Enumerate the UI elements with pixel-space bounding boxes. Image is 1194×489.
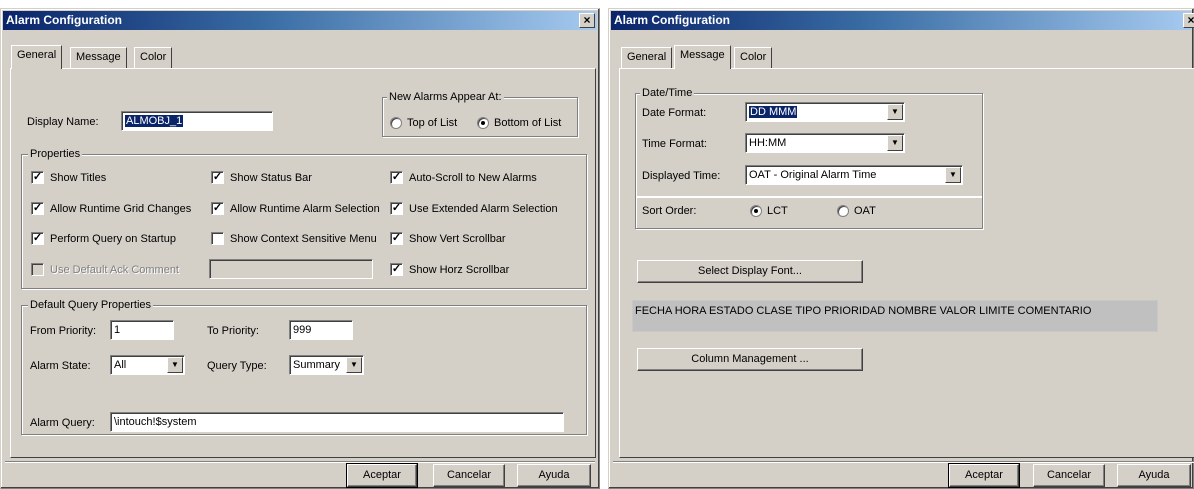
show-vert-scrollbar-checkbox[interactable]: ✓ bbox=[390, 232, 403, 245]
auto-scroll-label[interactable]: Auto-Scroll to New Alarms bbox=[409, 171, 537, 185]
allow-alarm-selection-checkbox[interactable]: ✓ bbox=[211, 202, 224, 215]
right-close-button[interactable]: × bbox=[1183, 13, 1194, 28]
left-tab-message[interactable]: Message bbox=[70, 47, 127, 68]
perform-query-checkbox[interactable]: ✓ bbox=[31, 232, 44, 245]
query-type-label: Query Type: bbox=[207, 360, 267, 372]
left-tab-panel: Display Name: ALMOBJ_1 New Alarms Appear… bbox=[10, 68, 596, 458]
left-tab-general[interactable]: General bbox=[11, 45, 63, 69]
right-tab-color[interactable]: Color bbox=[734, 47, 773, 68]
right-cancel-button[interactable]: Cancelar bbox=[1033, 464, 1105, 487]
chevron-down-icon[interactable]: ▼ bbox=[887, 135, 903, 151]
to-priority-label: To Priority: bbox=[207, 325, 259, 337]
left-ok-button[interactable]: Aceptar bbox=[346, 463, 418, 488]
right-tab-panel: Date/Time Date Format: DD MMM ▼ Time For… bbox=[619, 68, 1194, 458]
allow-grid-checkbox[interactable]: ✓ bbox=[31, 202, 44, 215]
sort-order-group: Sort Order: LCT OAT bbox=[635, 196, 983, 229]
display-name-input[interactable]: ALMOBJ_1 bbox=[121, 111, 273, 131]
show-vert-scrollbar-label[interactable]: Show Vert Scrollbar bbox=[409, 232, 506, 246]
show-titles-label[interactable]: Show Titles bbox=[50, 171, 106, 185]
right-tab-message[interactable]: Message bbox=[674, 45, 731, 69]
left-close-button[interactable]: × bbox=[579, 13, 595, 28]
default-ack-comment-input bbox=[209, 259, 373, 279]
displayed-time-combo[interactable]: OAT - Original Alarm Time ▼ bbox=[745, 165, 963, 185]
radio-top-label[interactable]: Top of List bbox=[407, 116, 457, 130]
alarm-state-combo[interactable]: All ▼ bbox=[110, 355, 185, 375]
show-context-menu-label[interactable]: Show Context Sensitive Menu bbox=[230, 232, 377, 246]
query-type-combo[interactable]: Summary ▼ bbox=[289, 355, 364, 375]
query-type-value: Summary bbox=[293, 359, 341, 371]
new-alarms-group-title: New Alarms Appear At: bbox=[387, 90, 504, 104]
date-format-combo[interactable]: DD MMM ▼ bbox=[745, 102, 905, 122]
sort-oat-label[interactable]: OAT bbox=[854, 204, 876, 218]
display-name-label: Display Name: bbox=[27, 116, 99, 128]
column-headers-text: FECHA HORA ESTADO CLASE TIPO PRIORIDAD N… bbox=[635, 305, 1092, 317]
sort-lct-radio[interactable] bbox=[750, 205, 762, 217]
datetime-group-title: Date/Time bbox=[640, 86, 695, 100]
default-query-group: Default Query Properties From Priority: … bbox=[21, 298, 587, 435]
use-extended-label[interactable]: Use Extended Alarm Selection bbox=[409, 202, 558, 216]
radio-bottom-label[interactable]: Bottom of List bbox=[494, 116, 561, 130]
use-extended-checkbox[interactable]: ✓ bbox=[390, 202, 403, 215]
left-help-button[interactable]: Ayuda bbox=[517, 464, 591, 487]
default-query-group-title: Default Query Properties bbox=[28, 298, 154, 312]
left-footer-separator bbox=[5, 461, 595, 463]
time-format-label: Time Format: bbox=[642, 138, 707, 150]
perform-query-label[interactable]: Perform Query on Startup bbox=[50, 232, 176, 246]
alarm-query-input[interactable]: \intouch!$system bbox=[110, 412, 564, 432]
show-horz-scrollbar-label[interactable]: Show Horz Scrollbar bbox=[409, 263, 509, 277]
time-format-combo[interactable]: HH:MM ▼ bbox=[745, 133, 905, 153]
right-footer-separator bbox=[613, 461, 1194, 463]
show-context-menu-checkbox[interactable] bbox=[211, 232, 224, 245]
use-default-ack-label: Use Default Ack Comment bbox=[50, 264, 179, 276]
new-alarms-group: New Alarms Appear At: Top of List Bottom… bbox=[382, 90, 578, 137]
displayed-time-value: OAT - Original Alarm Time bbox=[749, 169, 877, 181]
allow-grid-label[interactable]: Allow Runtime Grid Changes bbox=[50, 202, 191, 216]
sort-lct-label[interactable]: LCT bbox=[767, 204, 788, 218]
alarm-query-label: Alarm Query: bbox=[30, 417, 95, 429]
time-format-value: HH:MM bbox=[749, 137, 787, 149]
to-priority-input[interactable]: 999 bbox=[289, 320, 353, 340]
left-cancel-button[interactable]: Cancelar bbox=[433, 464, 505, 487]
date-format-label: Date Format: bbox=[642, 107, 707, 119]
sort-oat-radio[interactable] bbox=[837, 205, 849, 217]
column-headers-preview: FECHA HORA ESTADO CLASE TIPO PRIORIDAD N… bbox=[632, 300, 1158, 332]
show-horz-scrollbar-checkbox[interactable]: ✓ bbox=[390, 263, 403, 276]
left-tab-color[interactable]: Color bbox=[134, 47, 173, 68]
left-window-title: Alarm Configuration bbox=[6, 13, 122, 27]
auto-scroll-checkbox[interactable]: ✓ bbox=[390, 171, 403, 184]
date-format-value: DD MMM bbox=[749, 106, 798, 118]
show-titles-checkbox[interactable]: ✓ bbox=[31, 171, 44, 184]
datetime-group: Date/Time Date Format: DD MMM ▼ Time For… bbox=[635, 86, 983, 197]
display-name-value: ALMOBJ_1 bbox=[125, 115, 184, 127]
allow-alarm-selection-label[interactable]: Allow Runtime Alarm Selection bbox=[230, 202, 380, 216]
right-ok-button[interactable]: Aceptar bbox=[948, 463, 1020, 488]
select-display-font-button[interactable]: Select Display Font... bbox=[637, 260, 863, 283]
properties-group: Properties ✓ Show Titles ✓ Show Status B… bbox=[21, 147, 587, 289]
chevron-down-icon[interactable]: ▼ bbox=[945, 167, 961, 183]
sort-order-label: Sort Order: bbox=[642, 205, 697, 217]
alarm-state-value: All bbox=[114, 359, 127, 371]
properties-group-title: Properties bbox=[28, 147, 83, 161]
right-help-button[interactable]: Ayuda bbox=[1117, 464, 1191, 487]
show-status-bar-checkbox[interactable]: ✓ bbox=[211, 171, 224, 184]
right-title-bar[interactable]: Alarm Configuration × bbox=[611, 11, 1194, 30]
show-status-bar-label[interactable]: Show Status Bar bbox=[230, 171, 312, 185]
right-window-title: Alarm Configuration bbox=[614, 13, 730, 27]
radio-top-of-list[interactable] bbox=[390, 117, 402, 129]
left-title-bar[interactable]: Alarm Configuration × bbox=[3, 11, 597, 30]
column-management-button[interactable]: Column Management ... bbox=[637, 348, 863, 371]
use-default-ack-checkbox bbox=[31, 263, 44, 276]
right-tab-general[interactable]: General bbox=[621, 47, 673, 68]
alarm-state-label: Alarm State: bbox=[30, 360, 91, 372]
chevron-down-icon[interactable]: ▼ bbox=[346, 357, 362, 373]
displayed-time-label: Displayed Time: bbox=[642, 170, 721, 182]
chevron-down-icon[interactable]: ▼ bbox=[167, 357, 183, 373]
left-dialog: Alarm Configuration × General Message Co… bbox=[0, 8, 600, 489]
right-dialog: Alarm Configuration × General Message Co… bbox=[608, 8, 1194, 489]
radio-bottom-of-list[interactable] bbox=[477, 117, 489, 129]
chevron-down-icon[interactable]: ▼ bbox=[887, 104, 903, 120]
from-priority-input[interactable]: 1 bbox=[110, 320, 174, 340]
from-priority-label: From Priority: bbox=[30, 325, 96, 337]
